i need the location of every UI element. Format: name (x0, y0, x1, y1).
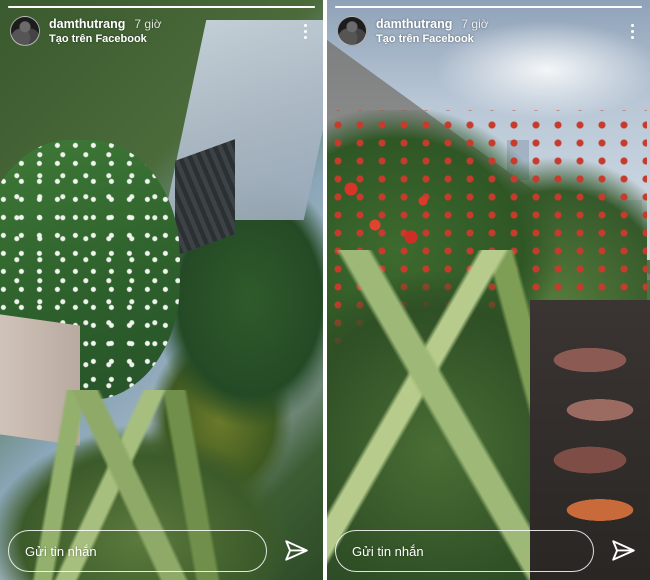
avatar[interactable] (337, 16, 367, 46)
story-photo (0, 0, 323, 580)
story-author-info: damthutrang 7 giờ Tạo trên Facebook (49, 17, 162, 45)
story-source[interactable]: Tạo trên Facebook (49, 33, 162, 45)
username[interactable]: damthutrang (376, 17, 452, 31)
avatar[interactable] (10, 16, 40, 46)
story-author-info: damthutrang 7 giờ Tạo trên Facebook (376, 17, 489, 45)
story-footer: Gửi tin nhắn (335, 530, 640, 572)
story-progress-fill (8, 6, 315, 8)
story-progress-bar (8, 6, 315, 8)
story-header: damthutrang 7 giờ Tạo trên Facebook (10, 14, 315, 48)
story-footer: Gửi tin nhắn (8, 530, 313, 572)
reply-input[interactable]: Gửi tin nhắn (335, 530, 594, 572)
story-photo (327, 0, 650, 580)
username[interactable]: damthutrang (49, 17, 125, 31)
story-source[interactable]: Tạo trên Facebook (376, 33, 489, 45)
reply-input[interactable]: Gửi tin nhắn (8, 530, 267, 572)
more-vertical-icon[interactable] (295, 19, 315, 43)
story-progress-bar (335, 6, 642, 8)
send-icon[interactable] (610, 538, 636, 564)
story-right[interactable]: damthutrang 7 giờ Tạo trên Facebook Gửi … (327, 0, 650, 580)
post-time: 7 giờ (134, 17, 162, 31)
story-left[interactable]: damthutrang 7 giờ Tạo trên Facebook Gửi … (0, 0, 323, 580)
metal-roof (175, 139, 235, 256)
story-progress-fill (335, 6, 642, 8)
post-time: 7 giờ (461, 17, 489, 31)
story-header: damthutrang 7 giờ Tạo trên Facebook (337, 14, 642, 48)
send-icon[interactable] (283, 538, 309, 564)
more-vertical-icon[interactable] (622, 19, 642, 43)
